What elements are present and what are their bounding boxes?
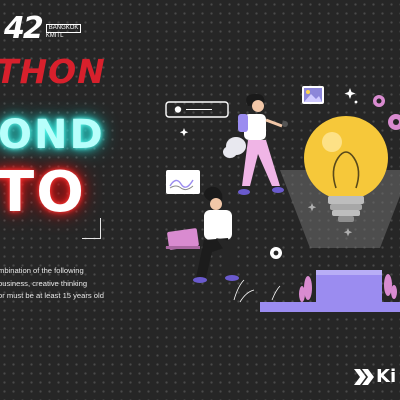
pedestal-base — [260, 270, 400, 312]
corner-bracket — [82, 218, 101, 239]
eligibility-line-3: or must be at least 15 years old — [0, 291, 104, 300]
eligibility-line-1: mbination of the following — [0, 266, 84, 275]
eligibility-line-2: business, creative thinking — [0, 278, 88, 288]
headline-hackathon: THON — [0, 52, 106, 91]
logo-number: 42 — [4, 11, 44, 46]
chart-card-icon — [166, 170, 200, 194]
brand-logo: Ki — [352, 366, 396, 387]
search-bar-icon — [165, 101, 229, 118]
brand-text: Ki — [376, 366, 397, 387]
headline-into: TO — [0, 160, 86, 225]
logo-subtitle: BANGKOK KMITL — [45, 24, 82, 40]
leaf-outline — [233, 279, 281, 303]
gear-icon-small — [270, 247, 282, 259]
logo-line2: KMITL — [45, 33, 64, 39]
image-icon — [302, 86, 324, 104]
logo-42-bangkok: 42 BANGKOK KMITL — [4, 11, 82, 46]
brand-mark-icon — [354, 368, 374, 385]
eligibility-text: mbination of the following business, cre… — [0, 265, 168, 303]
floating-woman — [223, 94, 288, 195]
logo-line1: BANGKOK — [45, 24, 82, 33]
gear-icon — [373, 95, 400, 130]
creative-thinking-illustration — [165, 86, 400, 312]
headline-beyond: OND — [0, 112, 105, 158]
seated-woman — [166, 186, 239, 283]
